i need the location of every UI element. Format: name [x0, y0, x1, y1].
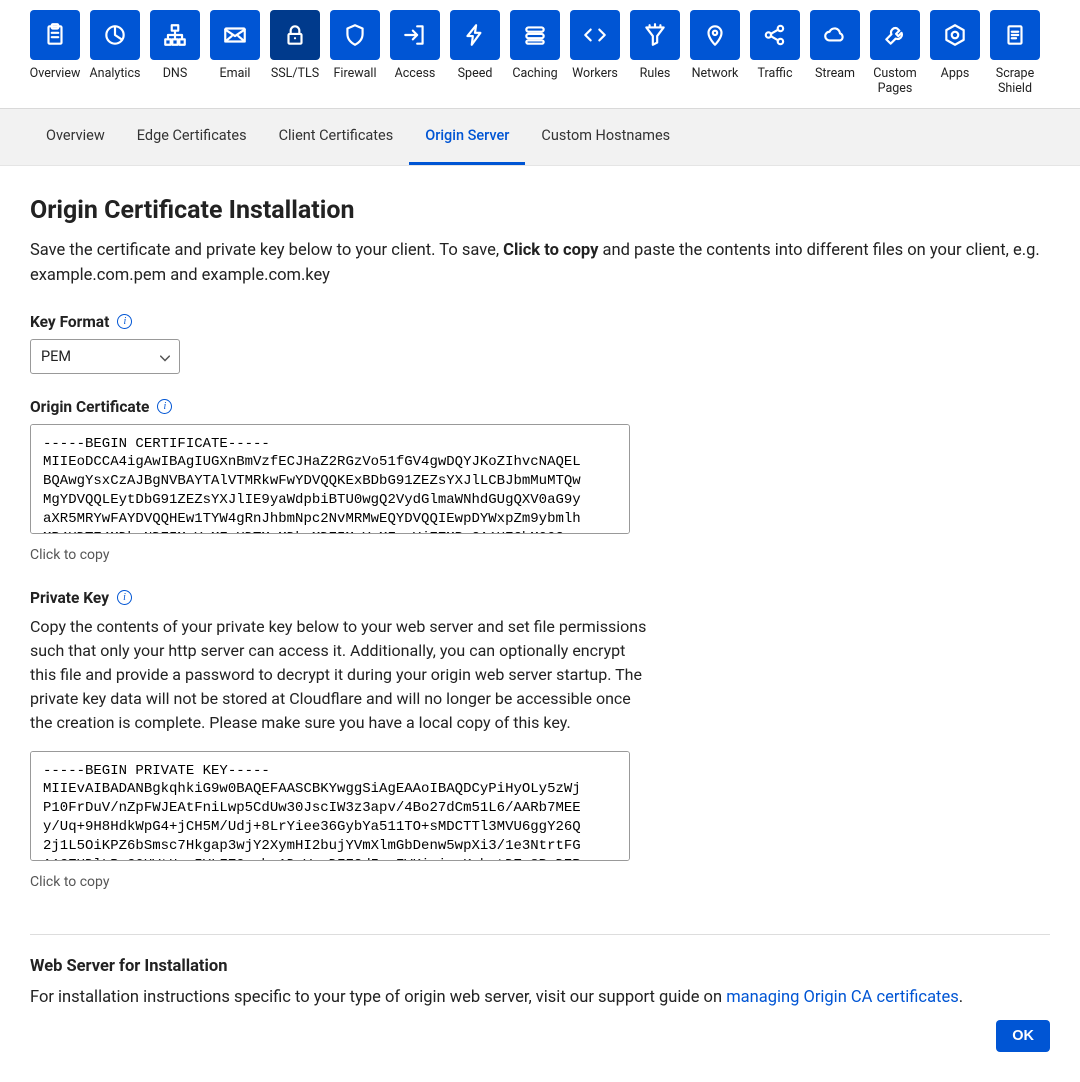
intro-text: Save the certificate and private key bel… — [30, 239, 1050, 289]
subnav-item-client-certificates[interactable]: Client Certificates — [263, 109, 410, 165]
topnav-label: Speed — [458, 66, 493, 81]
ok-row: OK — [30, 1020, 1050, 1052]
topnav-label: Stream — [815, 66, 855, 81]
ok-button[interactable]: OK — [996, 1020, 1050, 1052]
divider — [30, 934, 1050, 935]
topnav-item-caching[interactable]: Caching — [510, 10, 560, 108]
enter-icon — [390, 10, 440, 60]
topnav-item-stream[interactable]: Stream — [810, 10, 860, 108]
topnav-label: Email — [220, 66, 251, 81]
subnav-item-custom-hostnames[interactable]: Custom Hostnames — [525, 109, 686, 165]
mail-icon — [210, 10, 260, 60]
topnav-item-dns[interactable]: DNS — [150, 10, 200, 108]
topnav-label: Overview — [30, 66, 81, 81]
topnav-item-traffic[interactable]: Traffic — [750, 10, 800, 108]
content: Origin Certificate Installation Save the… — [0, 166, 1080, 1082]
share-icon — [750, 10, 800, 60]
copy-origin-cert-link[interactable]: Click to copy — [30, 547, 109, 563]
topnav-label: Firewall — [334, 66, 377, 81]
key-format-select[interactable]: PEM — [30, 339, 180, 374]
topnav-label: Caching — [512, 66, 557, 81]
sitemap-icon — [150, 10, 200, 60]
install-text: For installation instructions specific t… — [30, 986, 1050, 1011]
info-icon[interactable]: i — [157, 399, 172, 414]
private-key-label: Private Key i — [30, 589, 1050, 607]
origin-cert-label: Origin Certificate i — [30, 398, 1050, 416]
topnav-label: DNS — [163, 66, 188, 81]
topnav-item-rules[interactable]: Rules — [630, 10, 680, 108]
topnav-item-network[interactable]: Network — [690, 10, 740, 108]
install-pre: For installation instructions specific t… — [30, 988, 726, 1007]
subnav-item-origin-server[interactable]: Origin Server — [409, 109, 525, 165]
topnav-label: Apps — [941, 66, 970, 81]
topnav-label: Rules — [640, 66, 671, 81]
topnav-label: Traffic — [757, 66, 792, 81]
pie-icon — [90, 10, 140, 60]
private-key-description: Copy the contents of your private key be… — [30, 615, 650, 735]
topnav-label: Scrape Shield — [990, 66, 1040, 96]
cloud-icon — [810, 10, 860, 60]
page-icon — [990, 10, 1040, 60]
sub-nav: OverviewEdge CertificatesClient Certific… — [0, 109, 1080, 166]
topnav-item-overview[interactable]: Overview — [30, 10, 80, 108]
topnav-item-scrape-shield[interactable]: Scrape Shield — [990, 10, 1040, 108]
shield-icon — [330, 10, 380, 60]
topnav-item-apps[interactable]: Apps — [930, 10, 980, 108]
copy-private-key-link[interactable]: Click to copy — [30, 874, 109, 890]
intro-bold: Click to copy — [503, 241, 598, 260]
topnav-item-workers[interactable]: Workers — [570, 10, 620, 108]
managing-origin-ca-link[interactable]: managing Origin CA certificates — [726, 988, 959, 1007]
topnav-label: Network — [692, 66, 739, 81]
topnav-label: Workers — [572, 66, 618, 81]
top-nav: Overview Analytics DNS Email SSL/TLS Firewall… — [0, 0, 1080, 109]
stack-icon — [510, 10, 560, 60]
key-format-label: Key Format i — [30, 313, 1050, 331]
install-post: . — [959, 988, 963, 1007]
private-key-textarea[interactable] — [30, 751, 630, 861]
topnav-item-speed[interactable]: Speed — [450, 10, 500, 108]
topnav-item-email[interactable]: Email — [210, 10, 260, 108]
subnav-item-edge-certificates[interactable]: Edge Certificates — [121, 109, 263, 165]
intro-pre: Save the certificate and private key bel… — [30, 241, 503, 260]
bolt-icon — [450, 10, 500, 60]
private-key-label-text: Private Key — [30, 589, 109, 607]
code-icon — [570, 10, 620, 60]
funnel-icon — [630, 10, 680, 60]
key-format-label-text: Key Format — [30, 313, 109, 331]
topnav-item-analytics[interactable]: Analytics — [90, 10, 140, 108]
topnav-item-firewall[interactable]: Firewall — [330, 10, 380, 108]
topnav-item-access[interactable]: Access — [390, 10, 440, 108]
key-format-value[interactable]: PEM — [30, 339, 180, 374]
lock-icon — [270, 10, 320, 60]
subnav-item-overview[interactable]: Overview — [30, 109, 121, 165]
web-server-heading: Web Server for Installation — [30, 957, 1050, 976]
clipboard-icon — [30, 10, 80, 60]
topnav-label: Access — [395, 66, 436, 81]
info-icon[interactable]: i — [117, 590, 132, 605]
nut-icon — [930, 10, 980, 60]
topnav-label: Analytics — [90, 66, 141, 81]
topnav-item-custom-pages[interactable]: Custom Pages — [870, 10, 920, 108]
origin-cert-textarea[interactable] — [30, 424, 630, 534]
topnav-item-ssltls[interactable]: SSL/TLS — [270, 10, 320, 108]
topnav-label: SSL/TLS — [271, 66, 319, 81]
info-icon[interactable]: i — [117, 314, 132, 329]
page-title: Origin Certificate Installation — [30, 196, 1050, 225]
wrench-icon — [870, 10, 920, 60]
pin-icon — [690, 10, 740, 60]
topnav-label: Custom Pages — [870, 66, 920, 96]
origin-cert-label-text: Origin Certificate — [30, 398, 149, 416]
